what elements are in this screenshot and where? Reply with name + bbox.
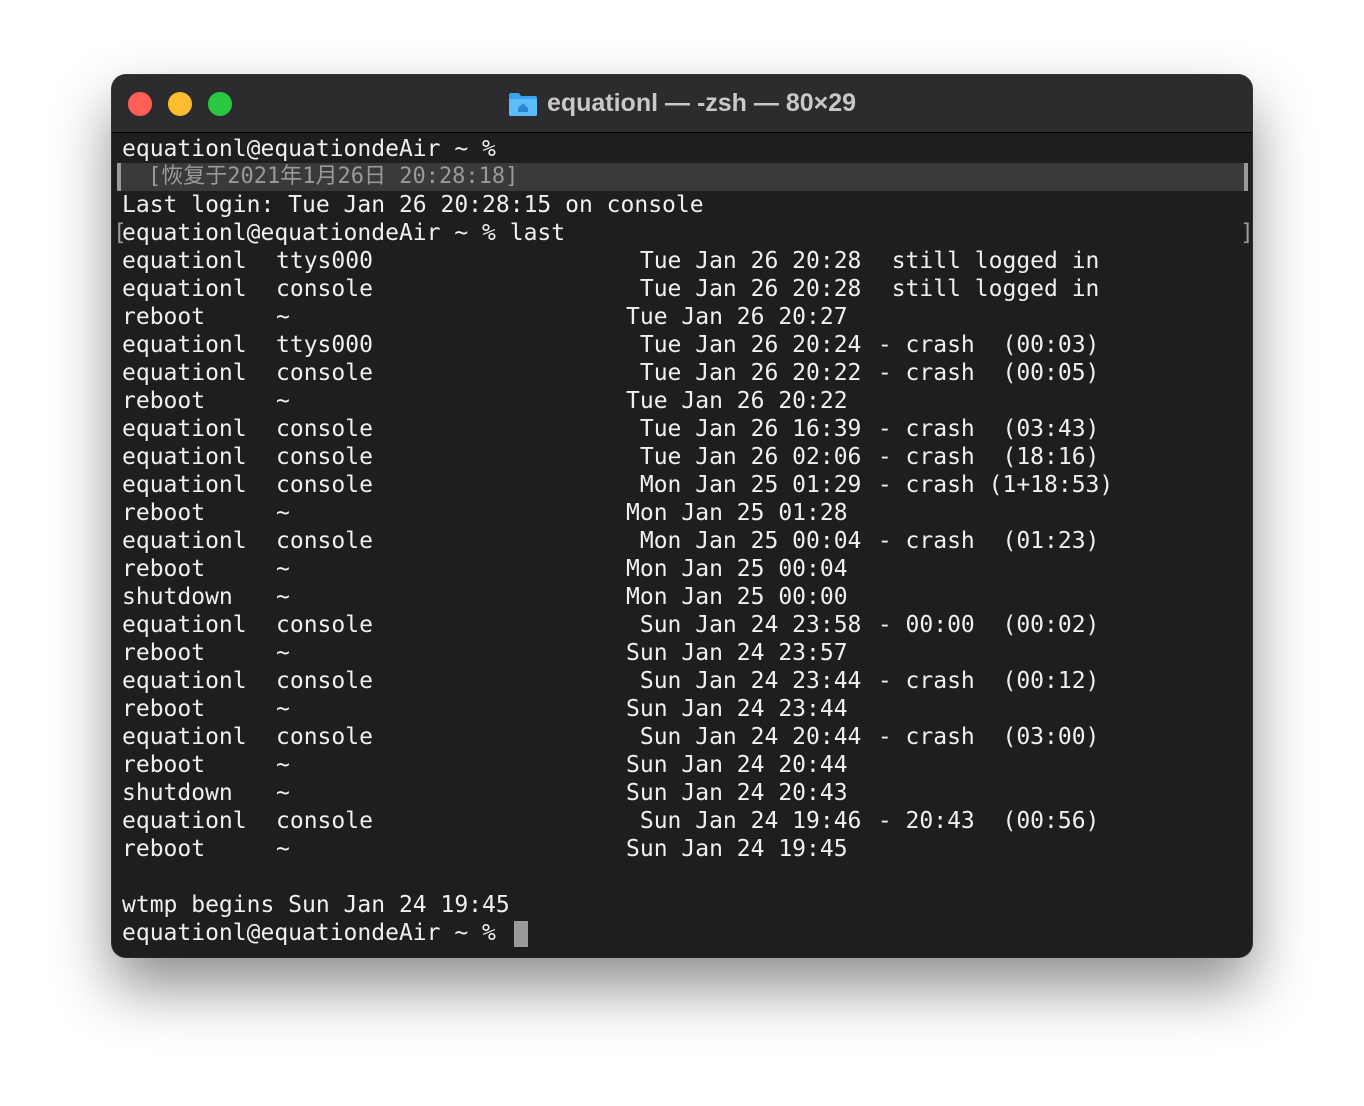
row-user: equationl	[122, 808, 247, 834]
row-user: reboot	[122, 500, 206, 526]
row-user: equationl	[122, 332, 247, 358]
window-title-area: equationl — -zsh — 80×29	[112, 75, 1252, 132]
row-tty: ttys000	[276, 248, 373, 274]
row-user: reboot	[122, 640, 206, 666]
final-prompt: equationl@equationdeAir ~ %	[122, 920, 496, 946]
row-tty: ~	[276, 556, 290, 582]
row-date: Tue Jan 26 02:06	[626, 444, 862, 470]
row-tty: console	[276, 416, 373, 442]
row-date: Sun Jan 24 20:43	[626, 780, 848, 806]
row-user: equationl	[122, 668, 247, 694]
row-tty: ttys000	[276, 332, 373, 358]
row-end: - crash (03:00)	[864, 724, 1100, 750]
row-date: Mon Jan 25 00:04	[626, 528, 862, 554]
row-end: - 20:43 (00:56)	[864, 808, 1100, 834]
session-restore-marker: [恢复于2021年1月26日 20:28:18]	[148, 164, 519, 189]
row-tty: console	[276, 276, 373, 302]
row-tty: console	[276, 528, 373, 554]
row-end: - crash (00:03)	[864, 332, 1100, 358]
row-user: equationl	[122, 276, 247, 302]
window-title: equationl — -zsh — 80×29	[546, 89, 857, 117]
row-tty: console	[276, 724, 373, 750]
row-end: - crash (18:16)	[864, 444, 1100, 470]
row-date: Sun Jan 24 23:57	[626, 640, 848, 666]
row-date: Tue Jan 26 20:22	[626, 388, 848, 414]
terminal-content[interactable]: equationl@equationdeAir ~ % [恢复于2021年1月2…	[112, 133, 1252, 957]
row-date: Tue Jan 26 20:28	[626, 276, 862, 302]
row-user: equationl	[122, 528, 247, 554]
row-tty: ~	[276, 640, 290, 666]
text-cursor	[514, 921, 528, 947]
row-date: Sun Jan 24 23:44	[626, 696, 848, 722]
row-tty: console	[276, 360, 373, 386]
row-date: Tue Jan 26 20:22	[626, 360, 862, 386]
row-date: Tue Jan 26 20:28	[626, 248, 862, 274]
title-bar[interactable]: equationl — -zsh — 80×29	[112, 75, 1252, 133]
row-date: Sun Jan 24 20:44	[626, 724, 862, 750]
row-date: Tue Jan 26 16:39	[626, 416, 862, 442]
row-user: reboot	[122, 836, 206, 862]
row-end: - crash (03:43)	[864, 416, 1100, 442]
row-user: reboot	[122, 304, 206, 330]
row-tty: ~	[276, 836, 290, 862]
row-date: Sun Jan 24 23:58	[626, 612, 862, 638]
row-tty: ~	[276, 304, 290, 330]
row-user: equationl	[122, 472, 247, 498]
row-user: equationl	[122, 416, 247, 442]
row-tty: console	[276, 808, 373, 834]
row-date: Sun Jan 24 23:44	[626, 668, 862, 694]
terminal-window: equationl — -zsh — 80×29 equationl@equat…	[112, 75, 1252, 957]
command-line: equationl@equationdeAir ~ % last	[122, 220, 566, 246]
row-tty: ~	[276, 584, 290, 610]
row-user: equationl	[122, 360, 247, 386]
row-user: shutdown	[122, 780, 233, 806]
last-login-line: Last login: Tue Jan 26 20:28:15 on conso…	[122, 192, 704, 218]
row-user: reboot	[122, 556, 206, 582]
row-date: Sun Jan 24 20:44	[626, 752, 848, 778]
wtmp-line: wtmp begins Sun Jan 24 19:45	[122, 892, 510, 918]
row-date: Mon Jan 25 01:29	[626, 472, 862, 498]
row-user: equationl	[122, 248, 247, 274]
row-tty: console	[276, 612, 373, 638]
row-user: reboot	[122, 388, 206, 414]
row-tty: ~	[276, 780, 290, 806]
row-tty: ~	[276, 752, 290, 778]
row-date: Mon Jan 25 00:04	[626, 556, 848, 582]
row-user: reboot	[122, 752, 206, 778]
row-end: still logged in	[864, 276, 1100, 302]
row-end: still logged in	[864, 248, 1100, 274]
row-tty: ~	[276, 696, 290, 722]
row-date: Tue Jan 26 20:24	[626, 332, 862, 358]
row-user: equationl	[122, 724, 247, 750]
row-tty: console	[276, 668, 373, 694]
row-tty: console	[276, 444, 373, 470]
row-date: Mon Jan 25 01:28	[626, 500, 848, 526]
row-end: - crash (00:05)	[864, 360, 1100, 386]
row-date: Tue Jan 26 20:27	[626, 304, 848, 330]
row-end: - crash (01:23)	[864, 528, 1100, 554]
row-tty: ~	[276, 500, 290, 526]
row-end: - crash (00:12)	[864, 668, 1100, 694]
row-user: shutdown	[122, 584, 233, 610]
row-user: reboot	[122, 696, 206, 722]
mark-bracket-right: ]	[1240, 219, 1252, 247]
home-folder-icon	[508, 92, 537, 116]
row-date: Sun Jan 24 19:45	[626, 836, 848, 862]
row-user: equationl	[122, 612, 247, 638]
row-date: Mon Jan 25 00:00	[626, 584, 848, 610]
row-date: Sun Jan 24 19:46	[626, 808, 862, 834]
row-tty: ~	[276, 388, 290, 414]
prompt-line: equationl@equationdeAir ~ %	[122, 136, 496, 162]
row-end: - crash (1+18:53)	[864, 472, 1114, 498]
row-end: - 00:00 (00:02)	[864, 612, 1100, 638]
row-user: equationl	[122, 444, 247, 470]
row-tty: console	[276, 472, 373, 498]
